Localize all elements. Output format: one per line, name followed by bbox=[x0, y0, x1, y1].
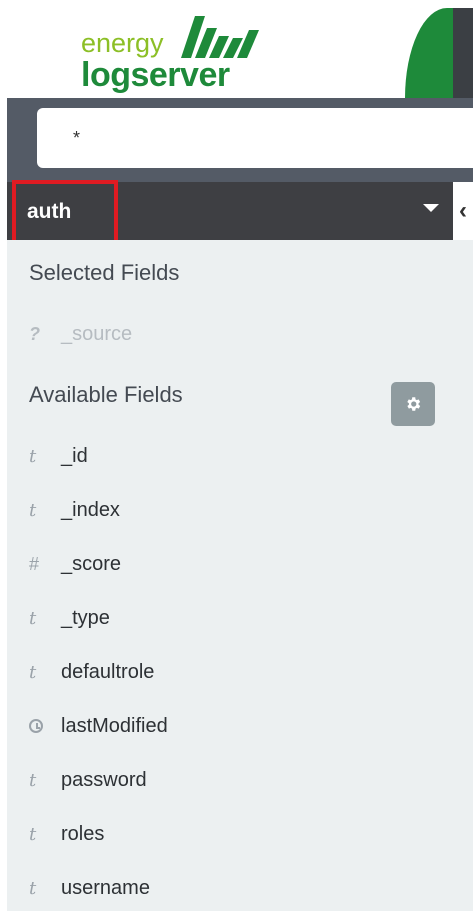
field-item-type[interactable]: t _type bbox=[29, 604, 110, 632]
logo-bars-icon bbox=[181, 16, 259, 58]
left-edge bbox=[0, 0, 7, 911]
field-name: defaultrole bbox=[61, 660, 155, 683]
field-name: username bbox=[61, 876, 150, 899]
field-name: _score bbox=[61, 552, 122, 575]
highlight-annotation-box bbox=[12, 180, 118, 248]
field-item-id[interactable]: t _id bbox=[29, 442, 88, 470]
string-type-icon: t bbox=[29, 877, 37, 899]
field-name: password bbox=[61, 768, 147, 791]
field-item-username[interactable]: t username bbox=[29, 874, 150, 902]
collapse-sidebar-icon[interactable]: ‹ bbox=[453, 182, 473, 240]
field-item-score[interactable]: # _score bbox=[29, 550, 121, 578]
field-item-source[interactable]: ? _source bbox=[29, 320, 132, 348]
number-type-icon: # bbox=[29, 553, 40, 574]
field-sidebar: Selected Fields ? _source Available Fiel… bbox=[7, 240, 473, 911]
string-type-icon: t bbox=[29, 607, 37, 629]
field-item-password[interactable]: t password bbox=[29, 766, 147, 794]
search-input[interactable]: * bbox=[37, 108, 473, 168]
search-bar: * bbox=[7, 98, 473, 182]
string-type-icon: t bbox=[29, 445, 37, 467]
available-fields-title: Available Fields bbox=[29, 382, 183, 407]
field-item-defaultrole[interactable]: t defaultrole bbox=[29, 658, 154, 686]
collapse-glyph: ‹ bbox=[459, 197, 467, 224]
string-type-icon: t bbox=[29, 769, 37, 791]
energy-logserver-logo[interactable]: energy logserver bbox=[81, 12, 271, 98]
string-type-icon: t bbox=[29, 661, 37, 683]
field-name: _type bbox=[61, 606, 110, 629]
gear-icon bbox=[407, 397, 421, 411]
field-name: roles bbox=[61, 822, 105, 845]
field-item-index[interactable]: t _index bbox=[29, 496, 120, 524]
caret-down-icon bbox=[423, 204, 439, 212]
logo-text-energy: energy bbox=[81, 28, 164, 58]
field-name: _source bbox=[61, 322, 133, 345]
search-query-text: * bbox=[73, 127, 81, 148]
field-item-roles[interactable]: t roles bbox=[29, 820, 104, 848]
field-name: lastModified bbox=[61, 714, 168, 737]
field-name: _index bbox=[61, 498, 120, 521]
header-top-line bbox=[7, 0, 473, 8]
string-type-icon: t bbox=[29, 499, 37, 521]
app-header: energy logserver bbox=[7, 0, 473, 98]
unknown-type-icon: ? bbox=[29, 323, 40, 344]
header-dark-accent bbox=[453, 8, 473, 98]
field-name: _id bbox=[61, 444, 88, 467]
selected-fields-title: Selected Fields bbox=[29, 260, 180, 285]
field-item-lastmodified[interactable]: lastModified bbox=[29, 712, 168, 740]
field-settings-button[interactable] bbox=[391, 382, 435, 426]
string-type-icon: t bbox=[29, 823, 37, 845]
clock-icon bbox=[29, 719, 43, 733]
